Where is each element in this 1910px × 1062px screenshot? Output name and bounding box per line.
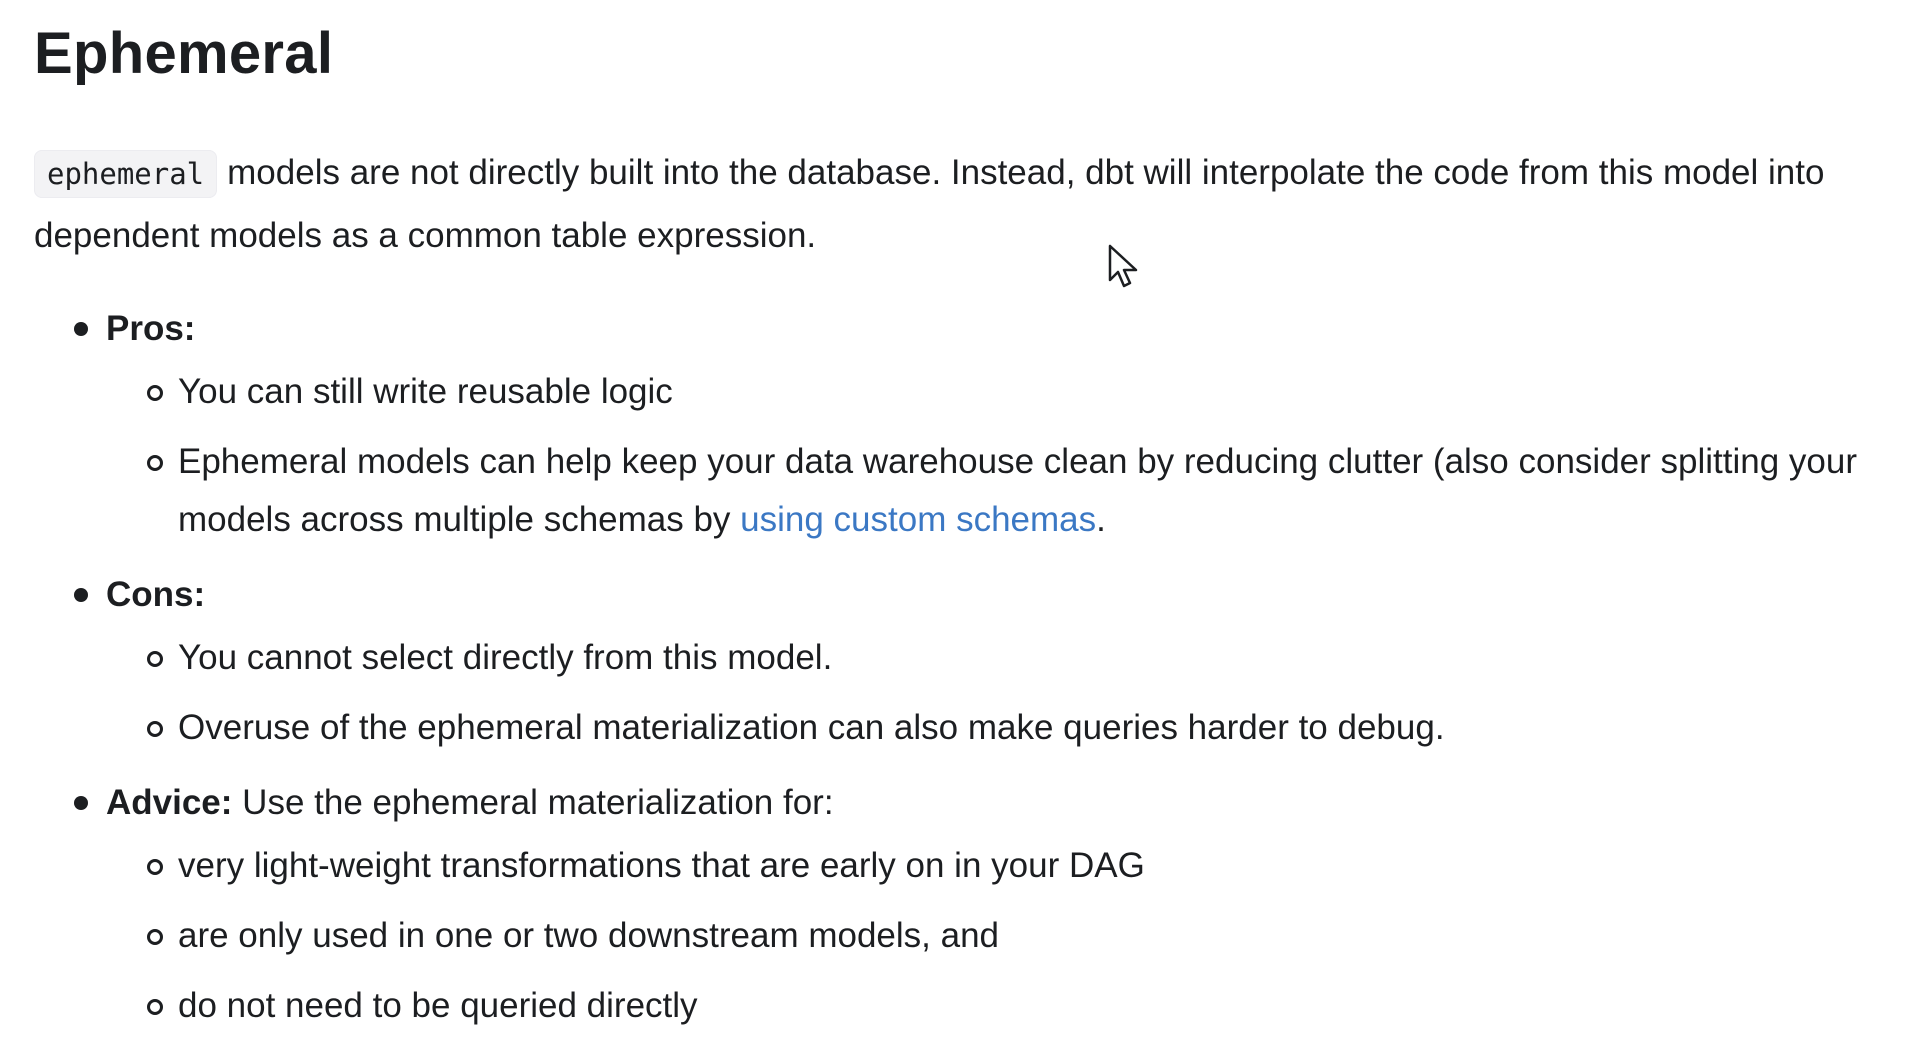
list-item-text: are only used in one or two downstream m… — [178, 916, 1000, 955]
list-item-text: do not need to be queried directly — [178, 986, 698, 1025]
pros-heading: Pros: — [106, 295, 1874, 363]
cons-item: Cons: You cannot select directly from th… — [34, 561, 1874, 757]
pros-item-reusable: You can still write reusable logic — [106, 363, 1874, 421]
list-item-text: You can still write reusable logic — [178, 372, 673, 411]
bullet-circle-icon — [147, 721, 163, 737]
bullet-circle-icon — [147, 929, 163, 945]
advice-sublist: very light-weight transformations that a… — [106, 837, 1874, 1035]
advice-text: Use the ephemeral materialization for: — [242, 783, 834, 822]
custom-schemas-link[interactable]: using custom schemas — [740, 500, 1096, 539]
cons-sublist: You cannot select directly from this mod… — [106, 629, 1874, 757]
list-item-text: very light-weight transformations that a… — [178, 846, 1145, 885]
bullet-dot-icon — [74, 322, 88, 336]
advice-heading: Advice: Use the ephemeral materializatio… — [106, 769, 1874, 837]
list-item-text: You cannot select directly from this mod… — [178, 638, 833, 677]
advice-item-queried: do not need to be queried directly — [106, 977, 1874, 1035]
ephemeral-code: ephemeral — [34, 150, 218, 198]
cons-heading: Cons: — [106, 561, 1874, 629]
advice-label: Advice: — [106, 783, 233, 822]
bullet-dot-icon — [74, 796, 88, 810]
pros-item-warehouse: Ephemeral models can help keep your data… — [106, 433, 1874, 549]
doc-content: Ephemeral ephemeral models are not direct… — [34, 18, 1874, 1047]
page-title: Ephemeral — [34, 21, 334, 86]
bullet-circle-icon — [147, 455, 163, 471]
advice-item-lightweight: very light-weight transformations that a… — [106, 837, 1874, 895]
pros-sublist: You can still write reusable logic Ephem… — [106, 363, 1874, 549]
mouse-pointer-icon — [1108, 244, 1138, 288]
advice-item-downstream: are only used in one or two downstream m… — [106, 907, 1874, 965]
materialization-list: Pros: You can still write reusable logic… — [34, 295, 1874, 1035]
intro-paragraph: ephemeral models are not directly built i… — [34, 142, 1874, 267]
bullet-circle-icon — [147, 999, 163, 1015]
bullet-circle-icon — [147, 385, 163, 401]
intro-text: models are not directly built into the d… — [34, 153, 1825, 255]
pros-label: Pros: — [106, 309, 196, 348]
list-item-text-end: . — [1096, 500, 1106, 539]
bullet-circle-icon — [147, 651, 163, 667]
pros-item: Pros: You can still write reusable logic… — [34, 295, 1874, 549]
cons-item-select: You cannot select directly from this mod… — [106, 629, 1874, 687]
cons-label: Cons: — [106, 575, 206, 614]
bullet-circle-icon — [147, 859, 163, 875]
bullet-dot-icon — [74, 588, 88, 602]
cons-item-debug: Overuse of the ephemeral materialization… — [106, 699, 1874, 757]
advice-item: Advice: Use the ephemeral materializatio… — [34, 769, 1874, 1035]
list-item-text: Overuse of the ephemeral materialization… — [178, 708, 1445, 747]
